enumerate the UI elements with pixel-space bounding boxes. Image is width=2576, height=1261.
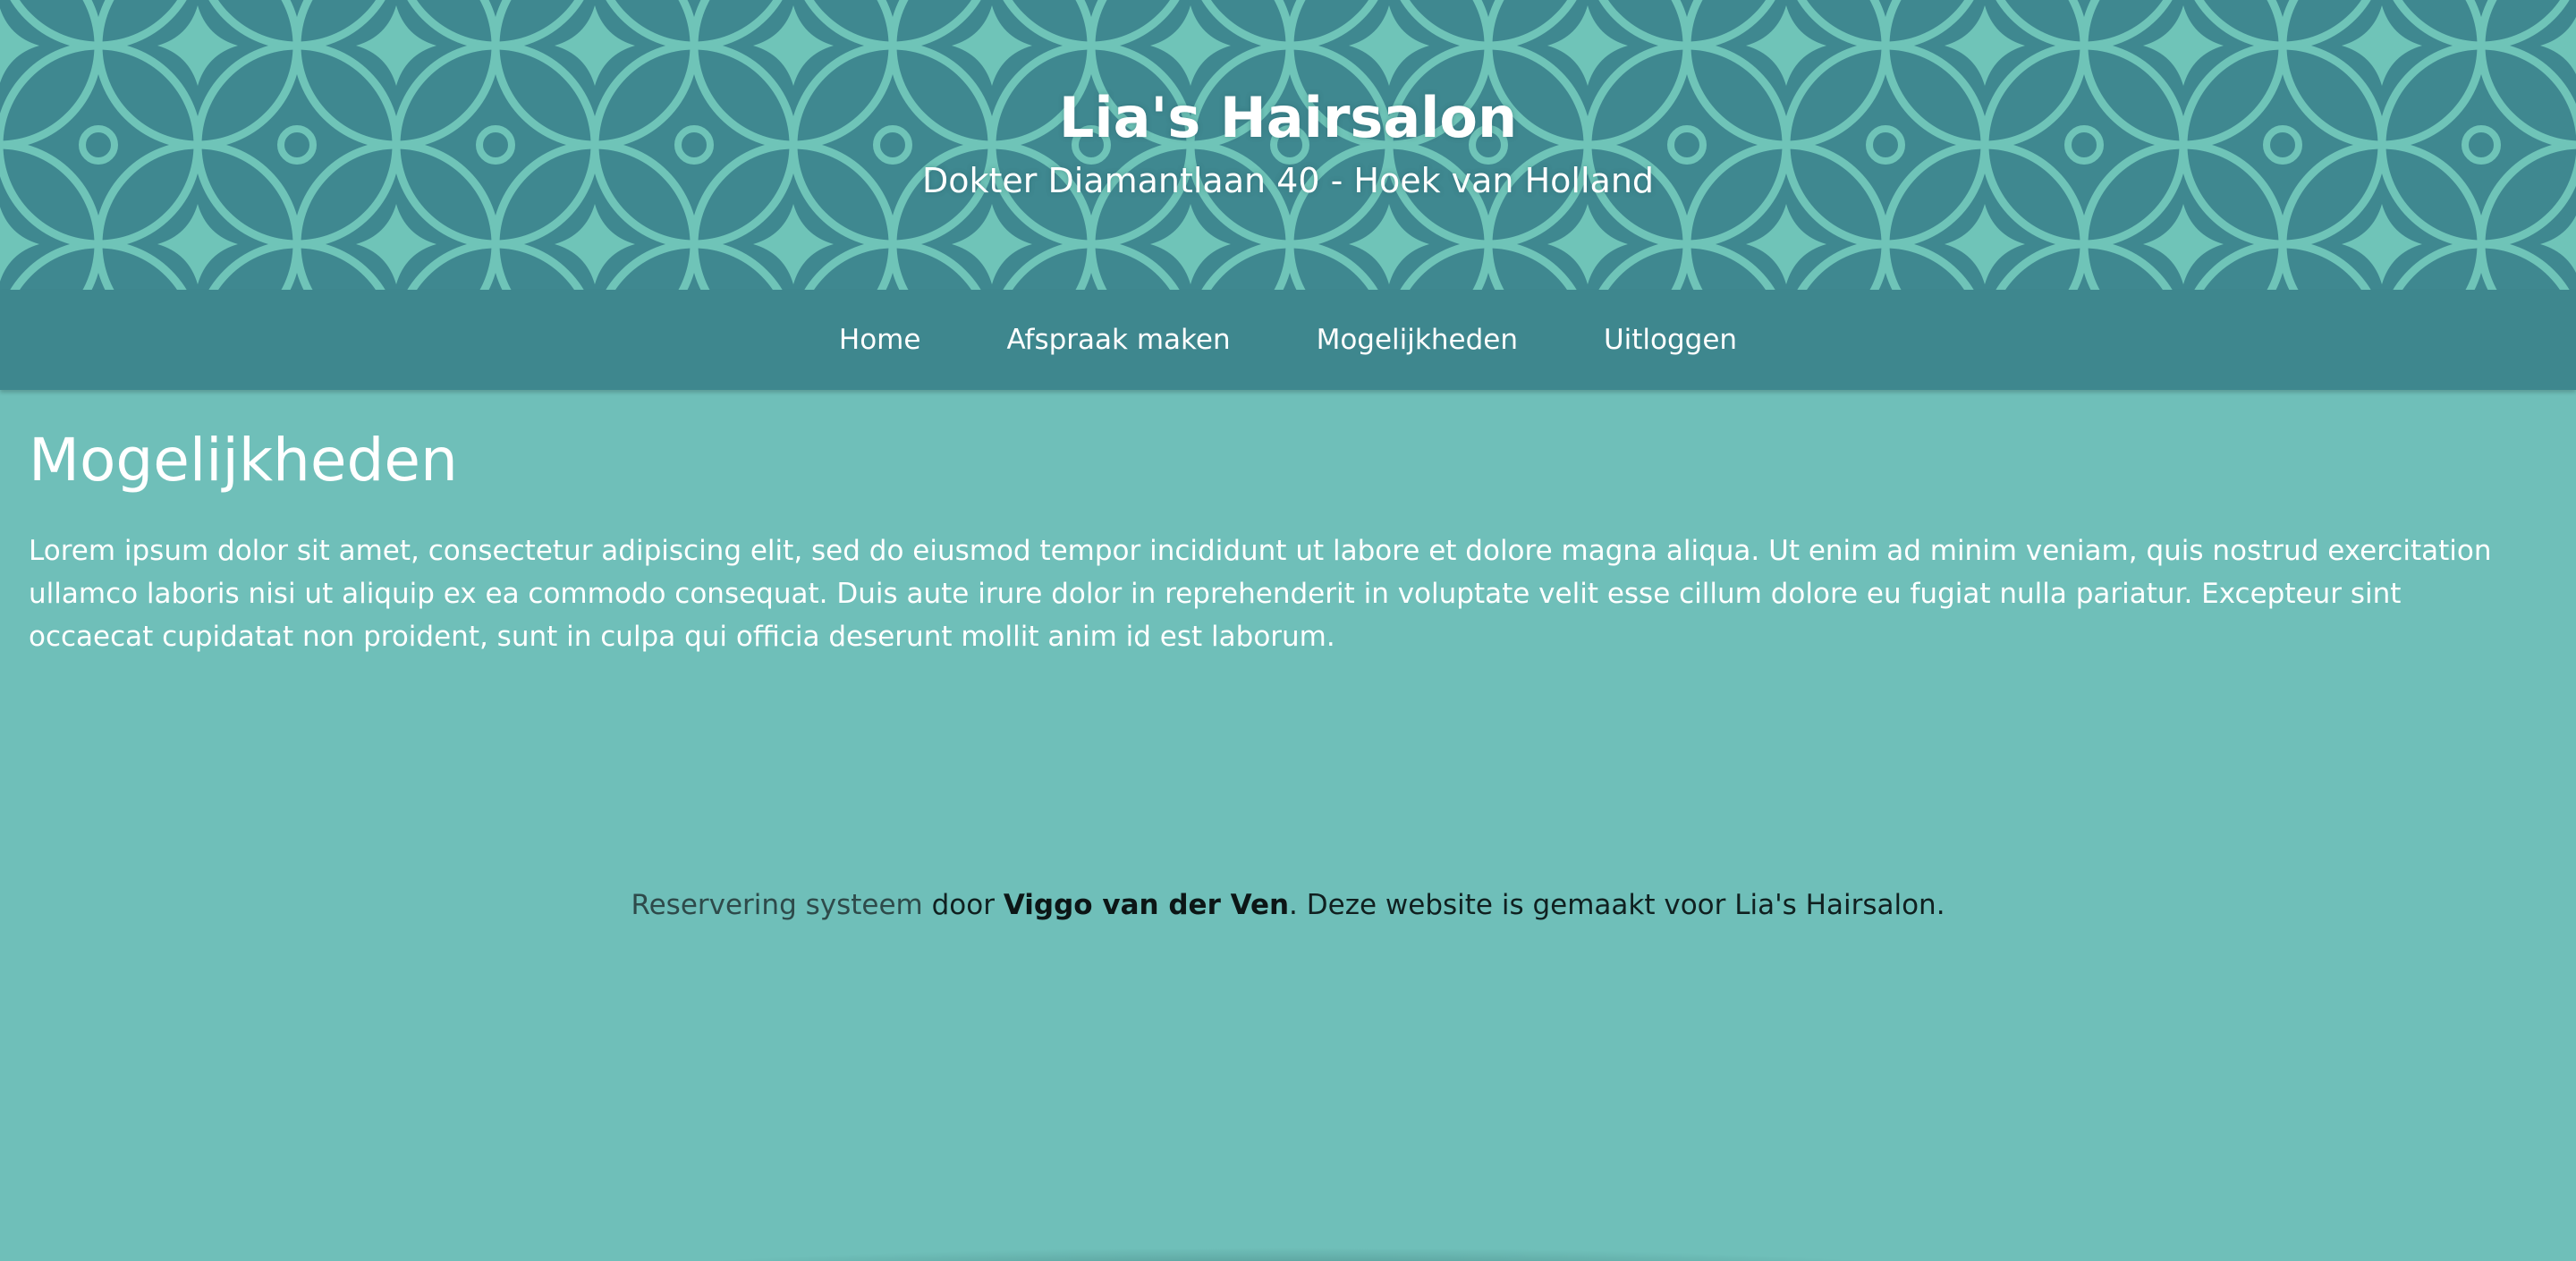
- nav-uitloggen-link[interactable]: Uitloggen: [1604, 322, 1737, 358]
- page-heading: Mogelijkheden: [29, 426, 458, 495]
- nav-home-link[interactable]: Home: [839, 322, 921, 358]
- footer: Reservering systeem door Viggo van der V…: [0, 884, 2576, 927]
- site-title: Lia's Hairsalon: [1058, 85, 1518, 150]
- intro-paragraph: Lorem ipsum dolor sit amet, consectetur …: [29, 535, 2492, 653]
- footer-reservering-systeem-link[interactable]: Reservering systeem: [631, 889, 922, 921]
- nav-afspraak-maken-link[interactable]: Afspraak maken: [1006, 322, 1230, 358]
- page: Lia's Hairsalon Dokter Diamantlaan 40 - …: [0, 0, 2576, 1261]
- footer-author: Viggo van der Ven: [1003, 889, 1290, 921]
- header-banner: Lia's Hairsalon Dokter Diamantlaan 40 - …: [0, 0, 2576, 290]
- main-navigation: Home Afspraak maken Mogelijkheden Uitlog…: [0, 290, 2576, 390]
- bottom-shadow-decoration: [608, 1248, 1968, 1261]
- footer-closing-text: . Deze website is gemaakt voor Lia's Hai…: [1289, 889, 1945, 921]
- nav-mogelijkheden-link[interactable]: Mogelijkheden: [1317, 322, 1518, 358]
- main-content: Mogelijkheden Lorem ipsum dolor sit amet…: [29, 420, 2515, 658]
- footer-by-text: door: [922, 889, 1004, 921]
- site-address: Dokter Diamantlaan 40 - Hoek van Holland: [921, 161, 1655, 200]
